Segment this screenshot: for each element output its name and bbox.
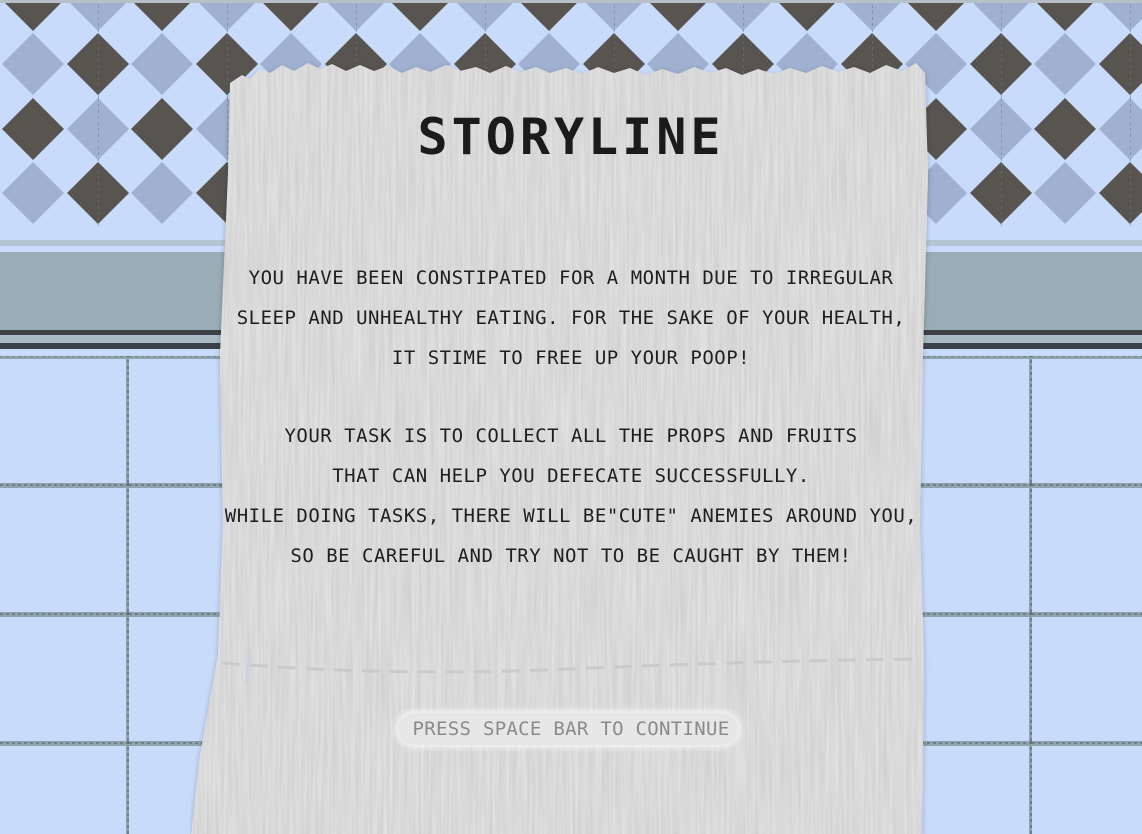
story-line-3: IT STIME TO FREE UP YOUR POOP!	[391, 347, 751, 369]
story-line-7: SO BE CAREFUL AND TRY NOT TO BE CAUGHT B…	[290, 545, 852, 567]
story-line-5: THAT CAN HELP YOU DEFECATE SUCCESSFULLY.	[332, 465, 810, 487]
storyline-title: STORYLINE	[417, 108, 725, 166]
continue-prompt-text: PRESS SPACE BAR TO CONTINUE	[412, 718, 730, 740]
story-line-2: SLEEP AND UNHEALTHY EATING. FOR THE SAKE…	[236, 307, 906, 329]
story-line-1: YOU HAVE BEEN CONSTIPATED FOR A MONTH DU…	[248, 267, 894, 289]
story-line-4: YOUR TASK IS TO COLLECT ALL THE PROPS AN…	[284, 425, 858, 447]
game-scene: STORYLINE YOU HAVE BEEN CONSTIPATED FOR …	[0, 0, 1142, 834]
story-line-6: WHILE DOING TASKS, THERE WILL BE"CUTE" A…	[224, 505, 918, 527]
